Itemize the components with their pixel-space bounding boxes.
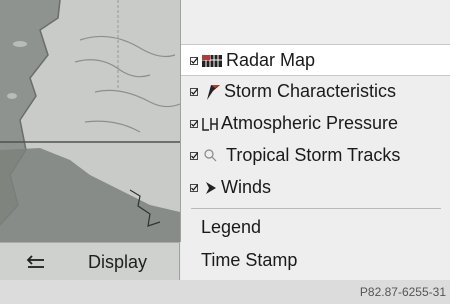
menu-item-atmospheric-pressure[interactable]: Atmospheric Pressure — [181, 108, 450, 140]
checkbox-icon[interactable] — [190, 57, 198, 65]
map-options-menu: Radar Map Storm Characteristics Atmosphe… — [181, 0, 450, 280]
bottom-bar: Display — [0, 242, 180, 280]
display-button[interactable]: Display — [88, 252, 147, 273]
menu-item-label: Time Stamp — [201, 250, 298, 270]
menu-item-label: Winds — [221, 177, 272, 197]
menu-item-time-stamp[interactable]: Time Stamp — [181, 245, 450, 277]
checkbox-icon[interactable] — [190, 88, 198, 96]
menu-item-radar-map[interactable]: Radar Map — [181, 44, 450, 76]
reference-strip: P82.87-6255-31 — [0, 280, 450, 304]
checkbox-icon[interactable] — [190, 184, 198, 192]
wind-arrow-icon — [206, 182, 216, 194]
storm-flag-icon — [207, 85, 220, 100]
menu-item-label: Tropical Storm Tracks — [226, 145, 401, 165]
storm-track-icon — [204, 149, 217, 162]
menu-item-label: Radar Map — [226, 50, 316, 70]
menu-item-label: Legend — [201, 217, 262, 237]
pressure-lh-icon — [202, 118, 218, 131]
menu-item-storm-characteristics[interactable]: Storm Characteristics — [181, 76, 450, 108]
navigation-screen: Display Radar Map Storm Characteristics … — [0, 0, 450, 280]
checkbox-icon[interactable] — [190, 120, 198, 128]
menu-item-label: Atmospheric Pressure — [221, 113, 399, 133]
menu-item-winds[interactable]: Winds — [181, 172, 450, 204]
back-arrow-icon[interactable] — [26, 255, 46, 269]
menu-item-label: Storm Characteristics — [224, 81, 397, 101]
map-graphic — [0, 0, 180, 242]
reference-code: P82.87-6255-31 — [359, 285, 446, 299]
weather-map[interactable] — [0, 0, 181, 242]
menu-item-legend[interactable]: Legend — [181, 212, 450, 244]
menu-item-tropical-storm-tracks[interactable]: Tropical Storm Tracks — [181, 140, 450, 172]
radar-map-icon — [202, 55, 222, 67]
checkbox-icon[interactable] — [190, 152, 198, 160]
menu-divider — [191, 208, 441, 209]
